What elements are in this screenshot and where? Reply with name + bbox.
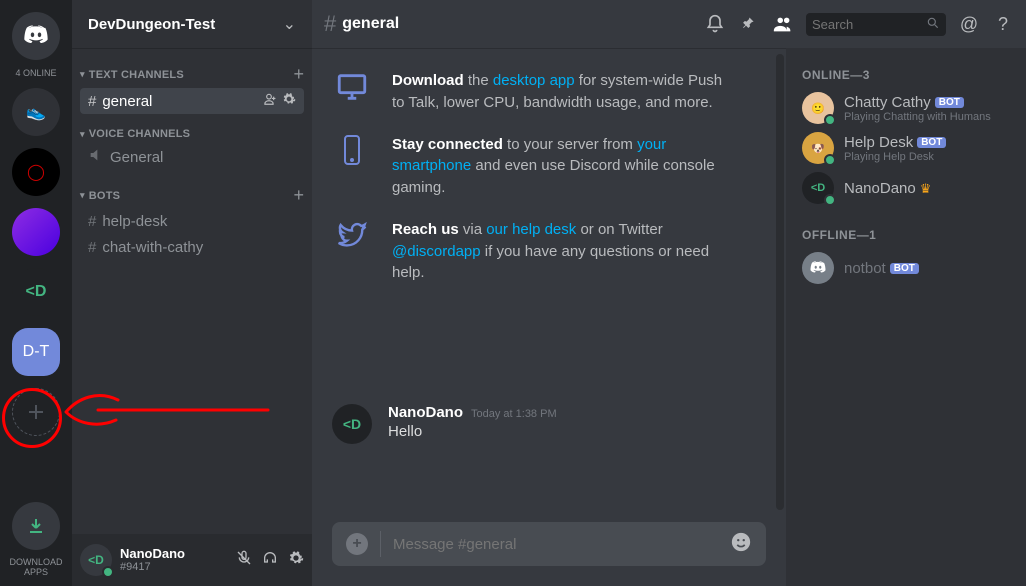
discord-logo-icon — [809, 259, 827, 277]
message-text: Hello — [388, 423, 557, 440]
deafen-icon[interactable] — [262, 550, 278, 570]
home-button[interactable] — [12, 12, 60, 60]
message-row: <D NanoDano Today at 1:38 PM Hello — [332, 394, 766, 454]
search-icon — [926, 16, 940, 33]
channel-label: help-desk — [102, 213, 167, 230]
phone-icon — [332, 134, 372, 199]
hash-icon: # — [88, 213, 96, 230]
monitor-icon — [332, 70, 372, 114]
welcome-reach: Reach us via our help desk or on Twitter… — [332, 209, 766, 294]
server-item-2[interactable]: ◯ — [12, 148, 60, 196]
voice-channel-general[interactable]: General — [80, 143, 304, 171]
message-timestamp: Today at 1:38 PM — [471, 408, 557, 420]
bot-tag: BOT — [935, 97, 964, 108]
plus-icon — [26, 402, 46, 422]
channel-list: TEXT CHANNELS + # general VOICE CHANNELS — [72, 48, 312, 534]
messages-column: Download the desktop app for system-wide… — [312, 48, 786, 586]
members-online-header: ONLINE—3 — [794, 62, 1018, 88]
message-input[interactable] — [393, 536, 718, 553]
help-icon[interactable]: ? — [992, 14, 1014, 35]
top-bar: # general @ ? — [312, 0, 1026, 48]
message-avatar[interactable]: <D — [332, 404, 372, 444]
category-bots-header[interactable]: BOTS + — [72, 181, 312, 208]
user-panel: <D NanoDano #9417 — [72, 534, 312, 586]
server-header[interactable]: DevDungeon-Test ⌄ — [72, 0, 312, 48]
message-compose: + — [332, 522, 766, 566]
help-desk-link[interactable]: our help desk — [486, 221, 576, 238]
server-item-3[interactable] — [12, 208, 60, 256]
category-text-header[interactable]: TEXT CHANNELS + — [72, 60, 312, 87]
desktop-app-link[interactable]: desktop app — [493, 72, 575, 89]
channel-title: # general — [324, 11, 399, 37]
speaker-icon — [88, 147, 104, 167]
welcome-download: Download the desktop app for system-wide… — [332, 60, 766, 124]
bot-tag: BOT — [917, 137, 946, 148]
category-label: BOTS — [80, 190, 120, 202]
self-tag: #9417 — [120, 561, 185, 573]
add-channel-button[interactable]: + — [293, 185, 304, 206]
channel-chat-cathy[interactable]: # chat-with-cathy — [80, 235, 304, 260]
channel-sidebar: DevDungeon-Test ⌄ TEXT CHANNELS + # gene… — [72, 0, 312, 586]
channel-general[interactable]: # general — [80, 88, 304, 114]
member-help-desk[interactable]: 🐶 Help DeskBOT Playing Help Desk — [794, 128, 1018, 168]
channel-label: general — [102, 93, 152, 110]
self-username: NanoDano — [120, 547, 185, 561]
category-voice-header[interactable]: VOICE CHANNELS — [72, 124, 312, 142]
server-rail: 4 ONLINE 👟 ◯ <D D-T DOWNLOAD APPS — [0, 0, 72, 586]
channel-label: General — [110, 149, 163, 166]
crown-icon: ♛ — [920, 181, 932, 196]
download-apps-label: DOWNLOAD APPS — [0, 558, 72, 578]
hash-icon: # — [324, 11, 336, 37]
attach-button[interactable]: + — [346, 533, 368, 555]
members-toggle-icon[interactable] — [772, 13, 794, 35]
server-item-4[interactable]: <D — [12, 268, 60, 316]
main-area: # general @ ? — [312, 0, 1026, 586]
server-item-1[interactable]: 👟 — [12, 88, 60, 136]
download-apps-button[interactable] — [12, 502, 60, 550]
category-label: TEXT CHANNELS — [80, 69, 184, 81]
category-label: VOICE CHANNELS — [80, 128, 190, 140]
bot-tag: BOT — [890, 263, 919, 274]
self-avatar[interactable]: <D — [80, 544, 112, 576]
notifications-icon[interactable] — [704, 14, 726, 34]
channel-help-desk[interactable]: # help-desk — [80, 209, 304, 234]
twitter-link[interactable]: @discordapp — [392, 243, 481, 260]
discord-logo-icon — [22, 22, 50, 50]
settings-icon[interactable] — [288, 550, 304, 570]
search-box[interactable] — [806, 13, 946, 36]
welcome-mobile: Stay connected to your server from your … — [332, 124, 766, 209]
mute-icon[interactable] — [236, 550, 252, 570]
search-input[interactable] — [812, 17, 926, 32]
mentions-icon[interactable]: @ — [958, 14, 980, 35]
emoji-button[interactable] — [730, 531, 752, 558]
gear-icon[interactable] — [282, 92, 296, 110]
member-chatty-cathy[interactable]: 🙂 Chatty CathyBOT Playing Chatting with … — [794, 88, 1018, 128]
download-icon — [26, 516, 46, 536]
member-nanodano[interactable]: <D NanoDano♛ — [794, 168, 1018, 208]
invite-icon[interactable] — [262, 92, 276, 110]
hash-icon: # — [88, 93, 96, 110]
hash-icon: # — [88, 239, 96, 256]
member-notbot[interactable]: notbotBOT — [794, 248, 1018, 288]
add-channel-button[interactable]: + — [293, 64, 304, 85]
pinned-icon[interactable] — [738, 14, 760, 34]
server-item-selected[interactable]: D-T — [12, 328, 60, 376]
channel-label: chat-with-cathy — [102, 239, 203, 256]
add-server-button[interactable] — [12, 388, 60, 436]
members-sidebar: ONLINE—3 🙂 Chatty CathyBOT Playing Chatt… — [786, 48, 1026, 586]
chevron-down-icon: ⌄ — [283, 14, 296, 34]
online-count-label: 4 ONLINE — [15, 68, 56, 78]
members-offline-header: OFFLINE—1 — [794, 222, 1018, 248]
server-name: DevDungeon-Test — [88, 16, 215, 33]
message-author[interactable]: NanoDano — [388, 404, 463, 421]
twitter-icon — [332, 219, 372, 284]
messages-scroll[interactable]: Download the desktop app for system-wide… — [312, 48, 786, 522]
scrollbar[interactable] — [776, 54, 784, 510]
